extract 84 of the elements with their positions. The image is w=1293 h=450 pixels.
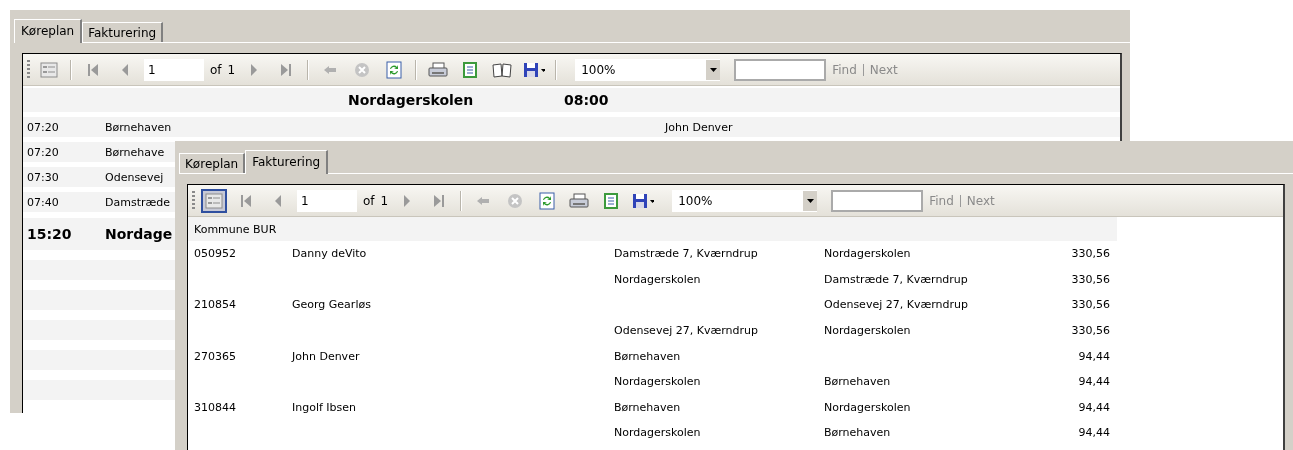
last-page-icon (433, 193, 446, 208)
to-cell: Nordagerskolen (824, 400, 911, 414)
of-label: of (210, 62, 222, 77)
last-page-icon (280, 62, 293, 77)
name-cell: John Denver (292, 349, 360, 363)
from-cell: Odensevej 27, Kværndrup (614, 324, 758, 338)
find-field[interactable] (831, 189, 924, 212)
find-field[interactable] (734, 58, 827, 81)
tab[interactable]: Køreplan (14, 19, 83, 43)
to-cell: Børnehaven (824, 426, 891, 440)
of-label: of (363, 193, 375, 208)
tab[interactable]: Køreplan (179, 153, 246, 173)
stop-icon (507, 192, 524, 209)
save-icon (523, 61, 546, 78)
to-cell: Nordagerskolen (824, 247, 911, 261)
dropdown-caret-icon (709, 67, 717, 72)
amount-cell: 94,44 (1078, 375, 1110, 389)
document-map-icon (205, 192, 223, 209)
id-cell: 310844 (194, 400, 236, 414)
time-cell-text: 15:20 (27, 226, 73, 242)
time-cell-text: 07:30 (27, 170, 60, 184)
refresh-icon (539, 191, 556, 210)
stop-cell: Nordage (105, 226, 173, 242)
page-layout-icon (462, 60, 479, 79)
page-layout-icon (603, 191, 620, 210)
document-map-icon (40, 61, 58, 78)
amount-cell: 94,44 (1078, 426, 1110, 440)
save-icon (632, 192, 655, 209)
to-cell: Odensevej 27, Kværndrup (824, 298, 968, 312)
back-arrow-icon (323, 64, 338, 75)
from-cell: Nordagerskolen (614, 375, 701, 389)
name-cell: Ingolf Ibsen (292, 400, 357, 414)
zoom-dropdown[interactable]: 100% (575, 58, 721, 81)
stop-cell: Odensevej (105, 170, 164, 184)
zoom-dropdown[interactable]: 100% (672, 189, 818, 212)
amount-cell: 94,44 (1078, 349, 1110, 363)
time-cell-text: 07:40 (27, 195, 60, 209)
from-cell: Damstræde 7, Kværndrup (614, 247, 758, 261)
page-number-field[interactable]: 1 (297, 189, 357, 212)
previous-page-icon (274, 193, 282, 208)
next-page-icon (403, 193, 412, 208)
printer-icon (569, 192, 590, 209)
next-page-icon (250, 62, 259, 77)
first-page-icon (87, 62, 99, 77)
refresh-icon (386, 60, 403, 79)
back-arrow-icon (476, 195, 491, 206)
id-cell: 210854 (194, 298, 236, 312)
report-title: Nordagerskolen (348, 92, 475, 108)
page-count: 1 (227, 62, 236, 77)
page-count: 1 (380, 193, 389, 208)
amount-cell: 330,56 (1071, 272, 1110, 286)
stop-icon (354, 61, 371, 78)
report-time: 08:00 (564, 92, 609, 108)
amount-cell: 330,56 (1071, 247, 1110, 261)
group-header: Kommune BUR (194, 222, 277, 236)
page-number-field[interactable]: 1 (144, 58, 204, 81)
tab[interactable]: Fakturering (82, 22, 164, 42)
to-cell: Nordagerskolen (824, 324, 911, 338)
time-cell-text: 07:20 (27, 145, 60, 159)
amount-cell: 330,56 (1071, 324, 1110, 338)
printer-icon (428, 61, 449, 78)
name-cell: Danny deVito (292, 247, 367, 261)
stop-cell: Damstræde (105, 195, 171, 209)
from-cell: Nordagerskolen (614, 272, 701, 286)
id-cell: 050952 (194, 247, 236, 261)
driver-cell: John Denver (665, 120, 733, 134)
from-cell: Nordagerskolen (614, 426, 701, 440)
from-cell: Børnehaven (614, 349, 681, 363)
previous-page-icon (121, 62, 129, 77)
name-cell: Georg Gearløs (292, 298, 371, 312)
first-page-icon (240, 193, 252, 208)
document-map-button[interactable] (201, 188, 227, 213)
to-cell: Børnehaven (824, 375, 891, 389)
dropdown-caret-icon (806, 198, 814, 203)
stop-cell: Børnehave (105, 145, 165, 159)
amount-cell: 330,56 (1071, 298, 1110, 312)
id-cell: 270365 (194, 349, 236, 363)
amount-cell: 94,44 (1078, 400, 1110, 414)
book-icon (492, 61, 513, 78)
time-cell-text: 07:20 (27, 120, 60, 134)
from-cell: Børnehaven (614, 400, 681, 414)
tab[interactable]: Fakturering (245, 150, 329, 174)
to-cell: Damstræde 7, Kværndrup (824, 272, 968, 286)
stop-cell: Børnehaven (105, 120, 172, 134)
